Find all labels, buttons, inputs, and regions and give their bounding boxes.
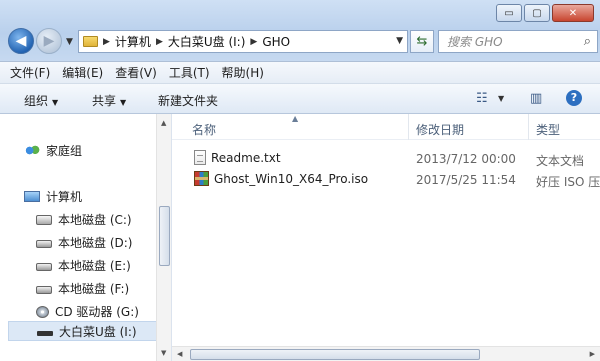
sidebar-item-drive-e[interactable]: 本地磁盘 (E:) <box>36 257 131 274</box>
maximize-button[interactable]: ▢ <box>524 4 550 22</box>
scroll-left-icon[interactable]: ◀ <box>177 350 182 358</box>
navigation-pane: 家庭组 计算机 本地磁盘 (C:) 本地磁盘 (D:) 本地磁盘 (E:) 本地… <box>0 114 172 361</box>
column-divider[interactable] <box>528 114 529 140</box>
sidebar-item-drive-f[interactable]: 本地磁盘 (F:) <box>36 280 129 297</box>
column-header-date[interactable]: 修改日期 <box>416 121 464 138</box>
caption-buttons: ▭ ▢ ✕ <box>496 4 594 22</box>
address-bar[interactable]: ▶ 计算机 ▶ 大白菜U盘 (I:) ▶ GHO ▼ <box>78 30 408 53</box>
sidebar-item-label: 本地磁盘 (D:) <box>58 236 133 250</box>
iso-archive-icon <box>194 171 209 186</box>
scroll-up-icon[interactable]: ▲ <box>161 119 166 127</box>
scroll-down-icon[interactable]: ▼ <box>161 349 166 357</box>
chevron-down-icon: ▼ <box>52 98 59 107</box>
search-input[interactable]: 搜索 GHO ⌕ <box>438 30 598 53</box>
column-header-type[interactable]: 类型 <box>536 121 560 138</box>
sidebar-item-label: 本地磁盘 (F:) <box>58 282 130 296</box>
sidebar-item-usb-drive[interactable]: 大白菜U盘 (I:) <box>8 321 163 341</box>
folder-icon <box>83 36 98 47</box>
sidebar-item-label: 家庭组 <box>46 144 83 158</box>
sidebar-item-label: 大白菜U盘 (I:) <box>59 324 137 339</box>
file-date: 2017/5/25 11:54 <box>416 173 516 187</box>
share-button[interactable]: 共享 ▼ <box>92 92 126 109</box>
menu-edit[interactable]: 编辑(E) <box>62 64 103 81</box>
menu-bar: 文件(F) 编辑(E) 查看(V) 工具(T) 帮助(H) <box>0 62 600 84</box>
file-type: 文本文档 <box>536 154 585 168</box>
explorer-window: ▭ ▢ ✕ ◀ ▶ ▼ ▶ 计算机 ▶ 大白菜U盘 (I:) ▶ GHO ▼ ⇆… <box>0 0 600 361</box>
usb-drive-icon <box>37 330 53 336</box>
breadcrumb-separator-icon[interactable]: ▶ <box>156 37 163 47</box>
forward-button[interactable]: ▶ <box>36 28 62 54</box>
file-name-cell: Ghost_Win10_X64_Pro.iso <box>194 171 368 186</box>
chevron-down-icon[interactable]: ▼ <box>498 94 504 103</box>
back-button[interactable]: ◀ <box>8 28 34 54</box>
file-list-pane: ▲ 名称 修改日期 类型 Readme.txt 2013/7/12 00:00 … <box>172 114 600 361</box>
navigation-bar: ▭ ▢ ✕ ◀ ▶ ▼ ▶ 计算机 ▶ 大白菜U盘 (I:) ▶ GHO ▼ ⇆… <box>0 0 600 62</box>
breadcrumb-usb-drive[interactable]: 大白菜U盘 (I:) <box>168 33 246 50</box>
scrollbar-thumb[interactable] <box>159 206 170 266</box>
search-placeholder: 搜索 GHO <box>447 35 503 49</box>
drive-icon <box>36 240 52 248</box>
sidebar-item-homegroup[interactable]: 家庭组 <box>24 142 82 159</box>
sidebar-item-label: 本地磁盘 (C:) <box>58 213 132 227</box>
recent-pages-chevron-icon[interactable]: ▼ <box>66 37 73 47</box>
system-drive-icon <box>36 214 52 225</box>
close-button[interactable]: ✕ <box>552 4 594 22</box>
sidebar-item-drive-d[interactable]: 本地磁盘 (D:) <box>36 234 132 251</box>
sidebar-item-drive-c[interactable]: 本地磁盘 (C:) <box>36 211 132 228</box>
file-row[interactable]: Ghost_Win10_X64_Pro.iso 2017/5/25 11:54 … <box>194 169 600 189</box>
sidebar-item-label: 计算机 <box>46 190 83 204</box>
file-type: 好压 ISO 压 <box>536 175 600 189</box>
breadcrumb-separator-icon[interactable]: ▶ <box>103 37 110 47</box>
menu-help[interactable]: 帮助(H) <box>222 64 264 81</box>
column-divider[interactable] <box>408 114 409 140</box>
computer-icon <box>24 191 40 202</box>
drive-icon <box>36 263 52 271</box>
homegroup-icon <box>24 144 40 157</box>
minimize-button[interactable]: ▭ <box>496 4 522 22</box>
sidebar-item-label: CD 驱动器 (G:) <box>55 305 139 319</box>
view-options-icon[interactable]: ☷ <box>476 91 488 106</box>
breadcrumb-gho[interactable]: GHO <box>262 35 290 49</box>
organize-label: 组织 <box>24 94 49 108</box>
sort-ascending-icon: ▲ <box>292 114 299 123</box>
refresh-button[interactable]: ⇆ <box>410 30 434 53</box>
command-bar: 组织 ▼ 共享 ▼ 新建文件夹 ☷ ▼ ▥ ? <box>0 84 600 114</box>
sidebar-item-label: 本地磁盘 (E:) <box>58 259 131 273</box>
share-label: 共享 <box>92 94 117 108</box>
address-dropdown-icon[interactable]: ▼ <box>396 36 403 46</box>
scrollbar-thumb[interactable] <box>190 349 480 360</box>
address-row: ◀ ▶ ▼ ▶ 计算机 ▶ 大白菜U盘 (I:) ▶ GHO ▼ ⇆ 搜索 GH… <box>8 28 598 56</box>
file-name: Readme.txt <box>211 150 281 165</box>
column-header-name[interactable]: 名称 <box>192 121 216 138</box>
menu-tools[interactable]: 工具(T) <box>169 64 210 81</box>
file-name-cell: Readme.txt <box>194 150 281 165</box>
refresh-icon: ⇆ <box>416 34 428 49</box>
navigation-pane-scrollbar[interactable]: ▲ ▼ <box>156 114 171 361</box>
breadcrumb-separator-icon[interactable]: ▶ <box>250 37 257 47</box>
drive-icon <box>36 286 52 294</box>
organize-button[interactable]: 组织 ▼ <box>24 92 58 109</box>
search-icon[interactable]: ⌕ <box>584 34 591 49</box>
preview-pane-icon[interactable]: ▥ <box>530 91 542 106</box>
sidebar-item-computer[interactable]: 计算机 <box>24 188 82 205</box>
text-file-icon <box>194 150 206 165</box>
file-row[interactable]: Readme.txt 2013/7/12 00:00 文本文档 <box>194 148 600 168</box>
chevron-down-icon: ▼ <box>120 98 127 107</box>
sidebar-item-cd-drive[interactable]: CD 驱动器 (G:) <box>36 303 139 320</box>
cd-drive-icon <box>36 305 49 318</box>
horizontal-scrollbar[interactable]: ◀ ▶ <box>172 346 600 361</box>
menu-file[interactable]: 文件(F) <box>10 64 50 81</box>
help-icon[interactable]: ? <box>566 90 582 106</box>
column-headers: ▲ 名称 修改日期 类型 <box>172 114 600 140</box>
file-name: Ghost_Win10_X64_Pro.iso <box>214 171 369 186</box>
breadcrumb-computer[interactable]: 计算机 <box>115 33 151 50</box>
menu-view[interactable]: 查看(V) <box>115 64 157 81</box>
new-folder-button[interactable]: 新建文件夹 <box>158 92 218 109</box>
scroll-right-icon[interactable]: ▶ <box>590 350 595 358</box>
file-date: 2013/7/12 00:00 <box>416 152 516 166</box>
